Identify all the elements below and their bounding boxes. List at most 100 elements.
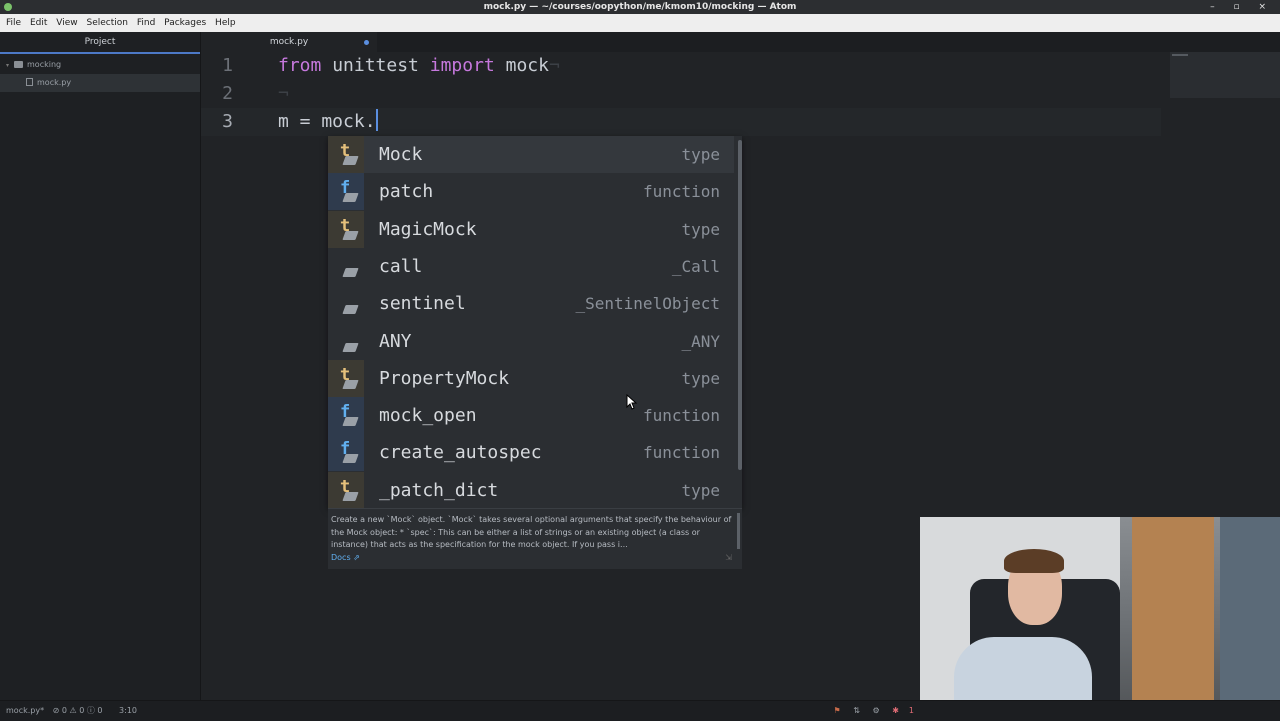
autocomplete-item[interactable]: t _patch_dict type [328, 471, 734, 509]
other-kind-icon [328, 323, 364, 360]
suggestion-type: type [681, 480, 720, 500]
editor-line[interactable]: 2 ¬ [201, 80, 1161, 108]
autocomplete-item[interactable]: t Mock type [328, 136, 734, 173]
python-icon [342, 491, 359, 501]
invisible-eol: ¬ [278, 83, 289, 104]
python-icon [342, 230, 359, 240]
file-icon [26, 78, 33, 86]
suggestion-label: _patch_dict [379, 479, 499, 501]
function-kind-icon: f [328, 173, 364, 211]
minimap-viewport [1172, 54, 1188, 56]
autocomplete-item[interactable]: t PropertyMock type [328, 359, 734, 397]
sidebar-title[interactable]: Project [0, 32, 200, 54]
python-icon [342, 156, 359, 165]
suggestion-label: MagicMock [379, 218, 477, 240]
type-kind-icon: t [328, 471, 364, 509]
menu-find[interactable]: Find [131, 14, 155, 32]
webcam-bookshelf [1132, 517, 1214, 700]
sync-icon[interactable]: ⇅ [853, 701, 860, 721]
app-icon [4, 3, 12, 11]
status-count: 1 [908, 706, 914, 715]
suggestion-label: create_autospec [379, 442, 542, 464]
line-number: 3 [222, 111, 233, 132]
keyword: from [278, 55, 322, 76]
folder-icon [14, 61, 23, 68]
autocomplete-description: Create a new `Mock` object. `Mock` takes… [328, 508, 742, 569]
suggestion-type: function [642, 406, 720, 426]
function-kind-icon: f [328, 434, 364, 472]
project-sidebar: Project ▾ mocking mock.py [0, 32, 201, 700]
tab-bar: mock.py [201, 32, 1280, 52]
status-diagnostics[interactable]: ⊘ 0 ⚠ 0 ⓘ 0 [53, 701, 103, 721]
text-cursor [375, 109, 378, 131]
docs-link[interactable]: Docs ⇗ [331, 553, 360, 562]
menu-edit[interactable]: Edit [24, 14, 47, 32]
menu-bar: File Edit View Selection Find Packages H… [0, 14, 1280, 32]
python-icon [342, 454, 359, 464]
suggestion-type: _Call [671, 256, 720, 276]
code-text: mock [494, 55, 549, 76]
keyword: import [429, 55, 495, 76]
menu-view[interactable]: View [50, 14, 77, 32]
autocomplete-item[interactable]: call _Call [328, 248, 734, 285]
line-number: 2 [222, 83, 233, 104]
editor-line[interactable]: 1 from unittest import mock¬ [201, 52, 1161, 80]
suggestion-label: Mock [379, 144, 423, 165]
other-kind-icon [328, 248, 364, 285]
suggestion-type: type [681, 145, 720, 164]
status-file[interactable]: mock.py* [6, 701, 44, 721]
type-kind-icon: t [328, 359, 364, 397]
python-icon [342, 342, 359, 352]
modified-indicator-icon[interactable] [364, 40, 369, 45]
line-code: from unittest import mock¬ [278, 52, 560, 80]
description-text: Create a new `Mock` object. `Mock` takes… [331, 515, 732, 549]
resize-handle-icon[interactable]: ⇲ [725, 553, 732, 562]
minimap[interactable] [1170, 52, 1280, 98]
description-scrollbar[interactable] [737, 513, 740, 549]
line-code: m = mock. [278, 108, 378, 136]
type-kind-icon: t [328, 210, 364, 248]
bug-icon[interactable]: ✱ [892, 701, 899, 721]
webcam-person-body [954, 637, 1092, 700]
window-controls[interactable]: – ▫ × [1210, 0, 1274, 14]
code-text: unittest [321, 55, 430, 76]
webcam-overlay [920, 517, 1280, 700]
suggestion-label: sentinel [379, 293, 466, 315]
webcam-person-hair [1004, 549, 1064, 573]
tree-file[interactable]: mock.py [0, 74, 200, 92]
menu-packages[interactable]: Packages [158, 14, 206, 32]
invisible-eol: ¬ [548, 55, 560, 76]
tab-mock-py[interactable]: mock.py [201, 32, 377, 52]
suggestion-label: mock_open [379, 405, 477, 427]
menu-selection[interactable]: Selection [80, 14, 127, 32]
git-icon[interactable]: ⚑ [834, 701, 841, 721]
python-icon [342, 417, 359, 427]
autocomplete-item[interactable]: sentinel _SentinelObject [328, 285, 734, 322]
autocomplete-item[interactable]: t MagicMock type [328, 210, 734, 248]
suggestion-type: _SentinelObject [575, 294, 721, 314]
autocomplete-item[interactable]: ANY _ANY [328, 323, 734, 360]
mouse-pointer-icon [626, 394, 638, 410]
tree-folder[interactable]: ▾ mocking [0, 56, 200, 74]
python-icon [342, 379, 359, 389]
menu-file[interactable]: File [0, 14, 21, 32]
suggestion-label: PropertyMock [379, 367, 510, 389]
status-cursor-position[interactable]: 3:10 [119, 701, 137, 721]
line-number: 1 [222, 55, 233, 76]
python-icon [342, 193, 359, 203]
autocomplete-item[interactable]: f mock_open function [328, 397, 734, 435]
folder-label: mocking [27, 60, 62, 69]
webcam-window [1220, 517, 1280, 700]
autocomplete-item[interactable]: f patch function [328, 173, 734, 211]
plugin-icon[interactable]: ⚙ [872, 701, 879, 721]
autocomplete-scrollbar[interactable] [738, 140, 742, 470]
status-left: mock.py* ⊘ 0 ⚠ 0 ⓘ 0 3:10 [0, 701, 1280, 721]
autocomplete-popup: t Mock type f patch function t MagicMock type cal… [328, 136, 742, 569]
suggestion-type: type [681, 368, 720, 388]
editor-line-current[interactable]: 3 m = mock. [201, 108, 1161, 136]
suggestion-label: ANY [379, 330, 412, 352]
suggestion-type: function [642, 182, 720, 202]
chevron-down-icon[interactable]: ▾ [6, 57, 14, 75]
autocomplete-item[interactable]: f create_autospec function [328, 434, 734, 472]
menu-help[interactable]: Help [209, 14, 236, 32]
